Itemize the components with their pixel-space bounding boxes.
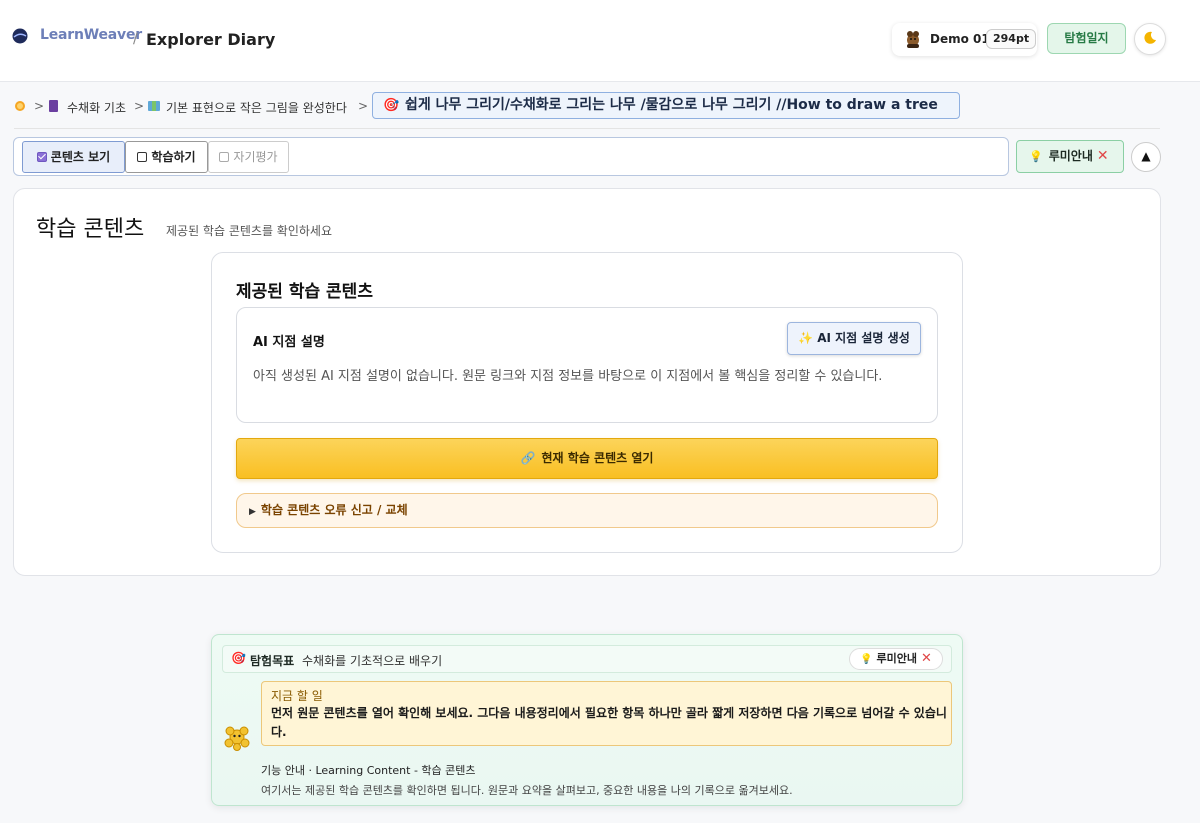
target-icon: 🎯 xyxy=(383,98,400,113)
tab-label: 자기평가 xyxy=(233,150,278,164)
breadcrumb-separator: > xyxy=(134,99,145,113)
title-separator: / xyxy=(133,31,138,47)
brand-name[interactable]: LearnWeaver xyxy=(40,27,142,43)
tab-content-view[interactable]: 콘텐츠 보기 xyxy=(22,141,125,173)
checkbox-checked-icon xyxy=(36,152,47,162)
goal-text: 수채화를 기초적으로 배우기 xyxy=(302,654,443,668)
report-toggle-label: 학습 콘텐츠 오류 신고 / 교체 xyxy=(260,503,408,517)
lightbulb-icon: 💡 xyxy=(860,654,873,665)
lumi-guide-chip[interactable]: 💡 루미안내 ✕ xyxy=(849,648,943,670)
content-card-title: 제공된 학습 콘텐츠 xyxy=(236,282,373,302)
ai-explanation-empty-text: 아직 생성된 AI 지점 설명이 없습니다. 원문 링크와 지점 정보를 바탕으… xyxy=(253,369,883,384)
app-header: LearnWeaver / Explorer Diary Demo 01 294… xyxy=(0,0,1200,82)
lumi-guide-label: 루미안내 xyxy=(1048,149,1093,163)
section-subtitle: 제공된 학습 콘텐츠를 확인하세요 xyxy=(166,224,333,238)
lumi-guide-button[interactable]: 💡 루미안내 ✕ xyxy=(1016,140,1124,173)
breadcrumb-item-course[interactable]: 수채화 기초 xyxy=(67,99,126,116)
avatar xyxy=(907,31,919,48)
checkbox-icon xyxy=(219,152,230,162)
theme-toggle-button[interactable] xyxy=(1134,23,1166,55)
triangle-up-icon: ▲ xyxy=(1141,149,1151,163)
logo-icon xyxy=(12,28,28,44)
lumi-guide-label: 루미안내 xyxy=(876,652,917,665)
tab-bar: 콘텐츠 보기 학습하기 자기평가 xyxy=(13,137,1009,176)
section-title: 학습 콘텐츠 xyxy=(36,217,145,242)
checkbox-icon xyxy=(137,152,148,162)
points-badge: 294pt xyxy=(986,29,1037,49)
feature-description: 여기서는 제공된 학습 콘텐츠를 확인하면 됩니다. 원문과 요약을 살펴보고,… xyxy=(261,784,793,797)
link-icon: 🔗 xyxy=(520,451,536,465)
feature-title: 기능 안내 · Learning Content - 학습 콘텐츠 xyxy=(261,764,476,777)
breadcrumb-current: 🎯 쉽게 나무 그리기/수채화로 그리는 나무 /물감으로 나무 그리기 //H… xyxy=(372,92,960,119)
breadcrumb-item-unit[interactable]: 기본 표현으로 작은 그림을 완성한다 xyxy=(166,99,347,116)
sun-icon[interactable] xyxy=(14,100,26,112)
moon-icon xyxy=(1144,31,1156,44)
goal-label: 탐험목표 xyxy=(250,654,295,668)
target-icon: 🎯 xyxy=(231,651,246,665)
user-chip[interactable]: Demo 01 294pt xyxy=(892,23,1037,56)
diary-button[interactable]: 탐험일지 xyxy=(1047,23,1126,54)
tab-label: 콘텐츠 보기 xyxy=(50,150,111,164)
close-icon[interactable]: ✕ xyxy=(1097,148,1109,164)
report-toggle[interactable]: ▶ 학습 콘텐츠 오류 신고 / 교체 xyxy=(236,493,938,528)
book-icon xyxy=(49,100,58,112)
ai-generate-label: AI 지점 설명 생성 xyxy=(817,331,910,345)
ai-explanation-title: AI 지점 설명 xyxy=(253,335,325,350)
tab-label: 학습하기 xyxy=(151,150,196,164)
breadcrumb-separator: > xyxy=(358,99,369,113)
ai-generate-button[interactable]: ✨ AI 지점 설명 생성 xyxy=(787,322,921,355)
tab-self-evaluation[interactable]: 자기평가 xyxy=(208,141,289,173)
open-content-button[interactable]: 🔗 현재 학습 콘텐츠 열기 xyxy=(236,438,938,479)
lightbulb-icon: 💡 xyxy=(1029,150,1043,163)
collapse-button[interactable]: ▲ xyxy=(1131,142,1161,172)
breadcrumb-separator: > xyxy=(34,99,45,113)
todo-text: 먼저 원문 콘텐츠를 열어 확인해 보세요. 그다음 내용정리에서 필요한 항목… xyxy=(271,706,947,739)
page-title: Explorer Diary xyxy=(146,30,276,49)
map-icon xyxy=(148,101,160,111)
breadcrumb-current-label: 쉽게 나무 그리기/수채화로 그리는 나무 /물감으로 나무 그리기 //How… xyxy=(405,97,938,113)
tab-study[interactable]: 학습하기 xyxy=(125,141,208,173)
triangle-right-icon: ▶ xyxy=(249,507,256,517)
todo-label: 지금 할 일 xyxy=(271,689,323,703)
open-content-label: 현재 학습 콘텐츠 열기 xyxy=(541,451,654,465)
close-icon[interactable]: ✕ xyxy=(921,651,932,666)
user-name: Demo 01 xyxy=(930,32,990,46)
sparkle-icon: ✨ xyxy=(798,331,814,345)
divider xyxy=(14,128,1160,129)
mascot-icon xyxy=(224,726,250,751)
